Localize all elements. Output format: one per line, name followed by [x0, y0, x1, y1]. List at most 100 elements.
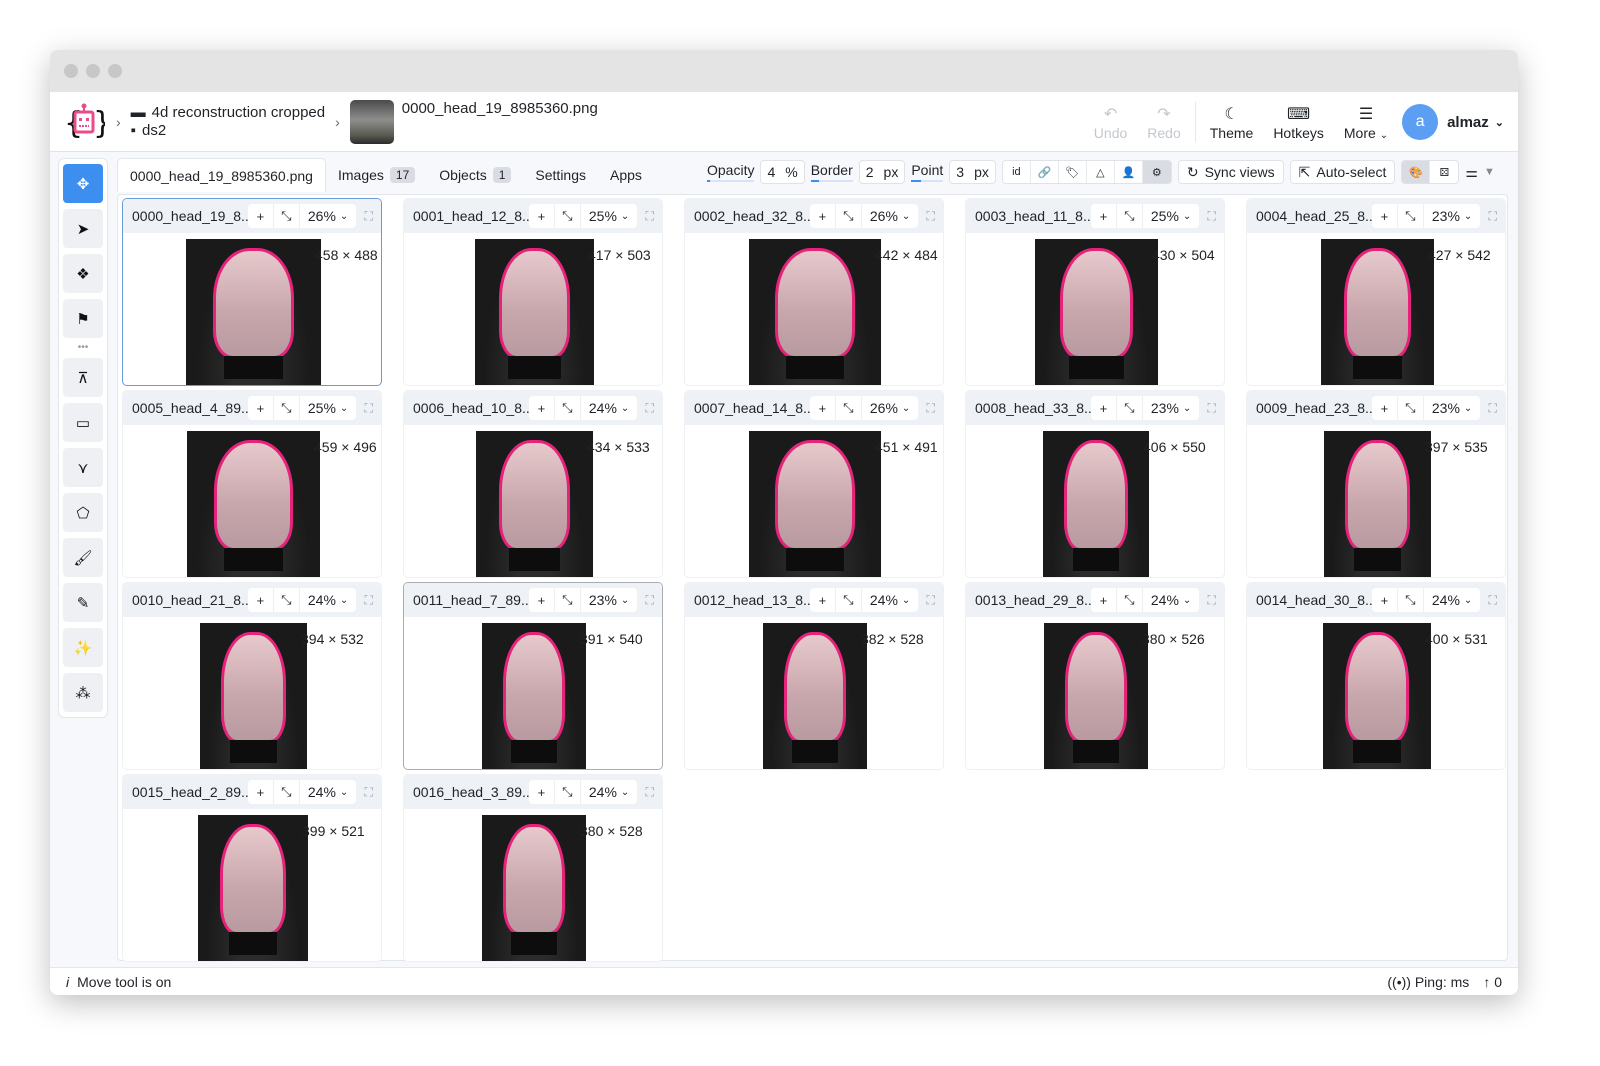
image-name[interactable]: 0005_head_4_89...: [132, 400, 248, 416]
project-name[interactable]: 4d reconstruction cropped: [152, 104, 325, 122]
tab-objects[interactable]: Objects 1: [427, 158, 523, 192]
redo-button[interactable]: ↷ Redo: [1137, 92, 1190, 152]
zoom-in-button[interactable]: +: [248, 780, 274, 804]
window-maximize-button[interactable]: [108, 64, 122, 78]
image-card[interactable]: 0014_head_30_8... + ⤡ 24% ⌄ ⛶ 400 × 531: [1246, 582, 1506, 770]
zoom-select[interactable]: 24% ⌄: [1424, 592, 1480, 608]
avatar[interactable]: a: [1402, 104, 1439, 140]
card-canvas[interactable]: 380 × 526: [966, 617, 1224, 769]
show-user-toggle[interactable]: 👤: [1115, 161, 1143, 183]
zoom-in-button[interactable]: +: [810, 204, 836, 228]
undo-button[interactable]: ↶ Undo: [1084, 92, 1137, 152]
image-name[interactable]: 0016_head_3_89...: [413, 784, 529, 800]
card-canvas[interactable]: 442 × 484: [685, 233, 943, 385]
zoom-select[interactable]: 24% ⌄: [862, 592, 918, 608]
fit-button[interactable]: ⤡: [836, 588, 862, 612]
card-canvas[interactable]: 427 × 542: [1247, 233, 1505, 385]
point-slider[interactable]: Point: [911, 162, 944, 182]
zoom-select[interactable]: 23% ⌄: [1143, 400, 1199, 416]
graph-tool[interactable]: ⁂: [63, 673, 103, 712]
image-card[interactable]: 0007_head_14_8... + ⤡ 26% ⌄ ⛶ 451 × 491: [684, 390, 944, 578]
fullscreen-button[interactable]: ⛶: [1480, 401, 1505, 416]
fullscreen-button[interactable]: ⛶: [918, 401, 943, 416]
hotkeys-button[interactable]: ⌨ Hotkeys: [1263, 92, 1334, 152]
zoom-in-button[interactable]: +: [1372, 396, 1398, 420]
zoom-in-button[interactable]: +: [1091, 396, 1117, 420]
zoom-select[interactable]: 24% ⌄: [300, 592, 356, 608]
tab-current-image[interactable]: 0000_head_19_8985360.png: [117, 158, 326, 192]
image-name[interactable]: 0009_head_23_8...: [1256, 400, 1372, 416]
zoom-select[interactable]: 26% ⌄: [862, 400, 918, 416]
fit-button[interactable]: ⤡: [836, 396, 862, 420]
fullscreen-button[interactable]: ⛶: [356, 785, 381, 800]
card-canvas[interactable]: 434 × 533: [404, 425, 662, 577]
image-card[interactable]: 0009_head_23_8... + ⤡ 23% ⌄ ⛶ 397 × 535: [1246, 390, 1506, 578]
card-canvas[interactable]: 400 × 531: [1247, 617, 1505, 769]
image-card[interactable]: 0010_head_21_8... + ⤡ 24% ⌄ ⛶ 394 × 532: [122, 582, 382, 770]
fullscreen-button[interactable]: ⛶: [356, 401, 381, 416]
fullscreen-button[interactable]: ⛶: [918, 593, 943, 608]
show-classes-toggle[interactable]: △: [1087, 161, 1115, 183]
move-tool[interactable]: ✥: [63, 164, 103, 203]
image-name[interactable]: 0015_head_2_89...: [132, 784, 248, 800]
fullscreen-button[interactable]: ⛶: [637, 401, 662, 416]
card-canvas[interactable]: 399 × 521: [123, 809, 381, 961]
card-canvas[interactable]: 391 × 540: [404, 617, 662, 769]
image-card[interactable]: 0011_head_7_89... + ⤡ 23% ⌄ ⛶ 391 × 540: [403, 582, 663, 770]
image-name[interactable]: 0014_head_30_8...: [1256, 592, 1372, 608]
fit-button[interactable]: ⤡: [274, 396, 300, 420]
auto-select-button[interactable]: ⇱ Auto-select: [1289, 160, 1396, 184]
fit-button[interactable]: ⤡: [836, 204, 862, 228]
card-canvas[interactable]: 382 × 528: [685, 617, 943, 769]
card-canvas[interactable]: 406 × 550: [966, 425, 1224, 577]
image-name[interactable]: 0008_head_33_8...: [975, 400, 1091, 416]
image-card[interactable]: 0008_head_33_8... + ⤡ 23% ⌄ ⛶ 406 × 550: [965, 390, 1225, 578]
border-input[interactable]: 2 px: [858, 160, 906, 184]
border-slider[interactable]: Border: [810, 162, 853, 182]
zoom-in-button[interactable]: +: [810, 588, 836, 612]
card-canvas[interactable]: 459 × 496: [123, 425, 381, 577]
fit-button[interactable]: ⤡: [274, 780, 300, 804]
image-name[interactable]: 0011_head_7_89...: [413, 592, 529, 608]
image-card[interactable]: 0005_head_4_89... + ⤡ 25% ⌄ ⛶ 459 × 496: [122, 390, 382, 578]
zoom-select[interactable]: 26% ⌄: [300, 208, 356, 224]
image-name[interactable]: 0000_head_19_8...: [132, 208, 248, 224]
card-canvas[interactable]: 451 × 491: [685, 425, 943, 577]
zoom-select[interactable]: 26% ⌄: [862, 208, 918, 224]
sliders-icon[interactable]: ⚌: [1465, 164, 1478, 181]
zoom-in-button[interactable]: +: [529, 780, 555, 804]
window-minimize-button[interactable]: [86, 64, 100, 78]
color-mode-button[interactable]: 🎨: [1402, 161, 1431, 183]
fullscreen-button[interactable]: ⛶: [356, 593, 381, 608]
pointer-tool[interactable]: ➤: [63, 209, 103, 248]
image-card[interactable]: 0002_head_32_8... + ⤡ 26% ⌄ ⛶ 442 × 484: [684, 198, 944, 386]
more-button[interactable]: ☰ More ⌄: [1334, 92, 1398, 152]
image-name[interactable]: 0002_head_32_8...: [694, 208, 810, 224]
fit-button[interactable]: ⤡: [555, 780, 581, 804]
image-name[interactable]: 0007_head_14_8...: [694, 400, 810, 416]
card-canvas[interactable]: 394 × 532: [123, 617, 381, 769]
image-name[interactable]: 0013_head_29_8...: [975, 592, 1091, 608]
window-close-button[interactable]: [64, 64, 78, 78]
card-canvas[interactable]: 458 × 488: [123, 233, 381, 385]
image-name[interactable]: 0012_head_13_8...: [694, 592, 810, 608]
image-card[interactable]: 0016_head_3_89... + ⤡ 24% ⌄ ⛶ 380 × 528: [403, 774, 663, 962]
image-card[interactable]: 0013_head_29_8... + ⤡ 24% ⌄ ⛶ 380 × 526: [965, 582, 1225, 770]
point-tool[interactable]: ⊼: [63, 358, 103, 397]
zoom-in-button[interactable]: +: [1091, 204, 1117, 228]
brush-tool[interactable]: 🖌: [63, 538, 103, 577]
zoom-in-button[interactable]: +: [529, 588, 555, 612]
fit-button[interactable]: ⤡: [555, 204, 581, 228]
image-card[interactable]: 0004_head_25_8... + ⤡ 23% ⌄ ⛶ 427 × 542: [1246, 198, 1506, 386]
image-card[interactable]: 0001_head_12_8... + ⤡ 25% ⌄ ⛶ 417 × 503: [403, 198, 663, 386]
zoom-in-button[interactable]: +: [1372, 588, 1398, 612]
image-card[interactable]: 0015_head_2_89... + ⤡ 24% ⌄ ⛶ 399 × 521: [122, 774, 382, 962]
show-tags-toggle[interactable]: 🏷: [1059, 161, 1087, 183]
fullscreen-button[interactable]: ⛶: [1199, 401, 1224, 416]
image-card[interactable]: 0000_head_19_8... + ⤡ 26% ⌄ ⛶ 458 × 488: [122, 198, 382, 386]
fullscreen-button[interactable]: ⛶: [1480, 593, 1505, 608]
zoom-in-button[interactable]: +: [248, 396, 274, 420]
fit-button[interactable]: ⤡: [1117, 396, 1143, 420]
image-card[interactable]: 0006_head_10_8... + ⤡ 24% ⌄ ⛶ 434 × 533: [403, 390, 663, 578]
image-card[interactable]: 0012_head_13_8... + ⤡ 24% ⌄ ⛶ 382 × 528: [684, 582, 944, 770]
